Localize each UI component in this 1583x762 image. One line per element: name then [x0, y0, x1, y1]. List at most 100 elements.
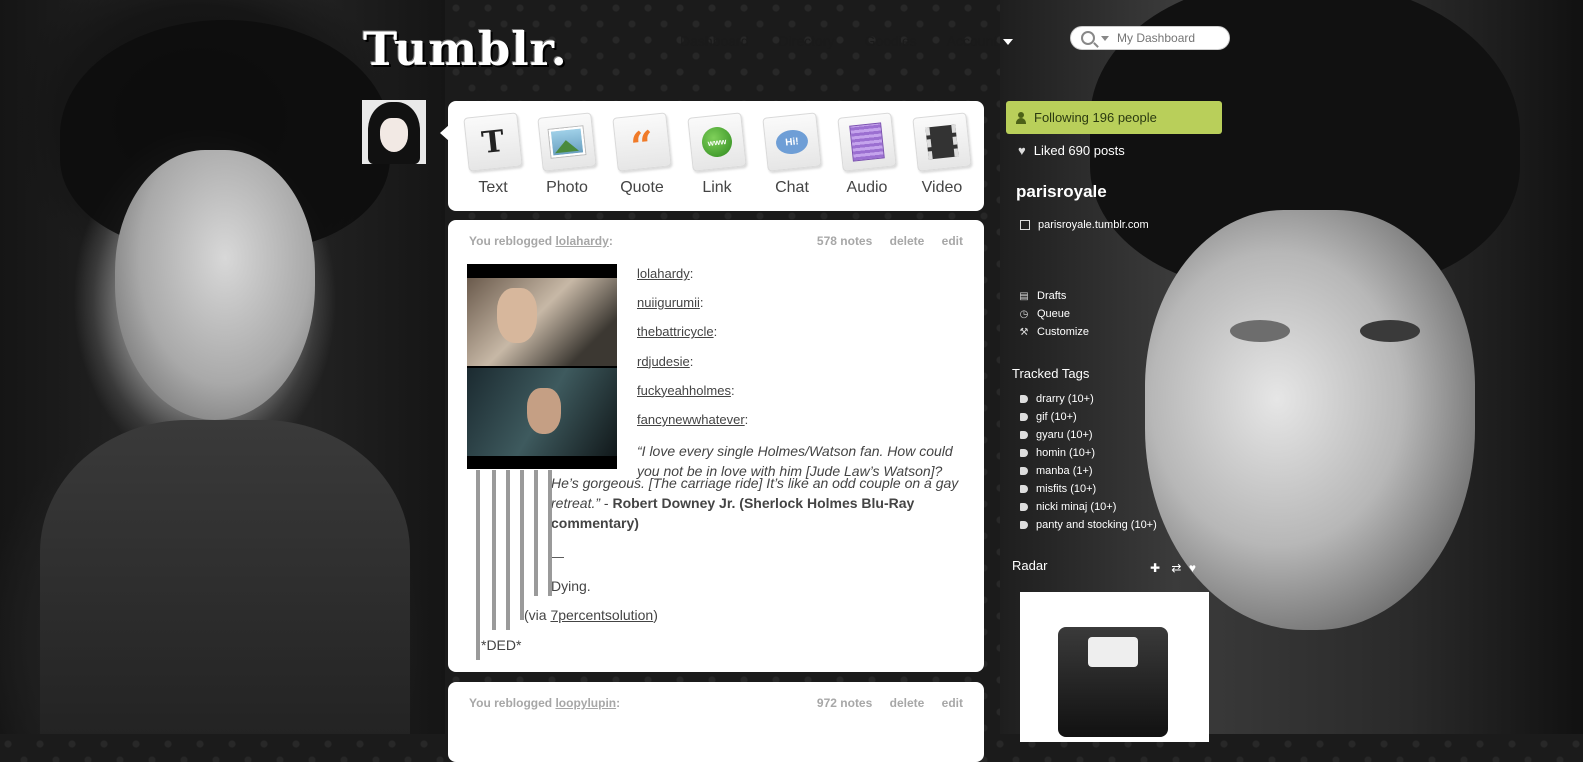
quote-text-2: He’s gorgeous. [The carriage ride] It’s …	[551, 473, 971, 533]
search-input[interactable]	[1115, 30, 1229, 46]
chain-item: fuckyeahholmes:	[637, 382, 735, 398]
post-type-text[interactable]: T Text	[456, 112, 530, 197]
tumblr-logo[interactable]: Tumblr.	[363, 22, 568, 76]
post-controls: 578 notes delete edit	[803, 234, 963, 248]
chevron-down-icon[interactable]	[1101, 35, 1109, 41]
tag-label: nicki minaj (10+)	[1036, 501, 1117, 513]
post-type-label: Quote	[620, 179, 664, 196]
tracked-tag[interactable]: nicki minaj (10+)	[1020, 501, 1116, 513]
reblog-source-link[interactable]: lolahardy	[555, 234, 608, 248]
edit-link[interactable]: edit	[942, 696, 963, 710]
reblog-source-link[interactable]: loopylupin	[555, 696, 616, 710]
nav-dashboard[interactable]: Dashboard	[680, 33, 749, 49]
post-type-audio[interactable]: Audio	[830, 112, 904, 197]
post-type-video[interactable]: Video	[905, 112, 979, 197]
bg-face-shape	[115, 150, 315, 420]
notes-count[interactable]: 578 notes	[817, 234, 872, 248]
sidebar-item-queue[interactable]: ◷ Queue	[1019, 308, 1070, 320]
post-type-label: Chat	[775, 179, 809, 196]
avatar[interactable]	[362, 100, 426, 164]
sidebar-item-drafts[interactable]: ▤ Drafts	[1019, 290, 1066, 302]
tag-label: homin (10+)	[1036, 447, 1096, 459]
radar-image[interactable]	[1020, 592, 1209, 742]
tracked-tag[interactable]: gyaru (10+)	[1020, 429, 1093, 441]
tag-label: drarry (10+)	[1036, 393, 1094, 405]
post-type-chat[interactable]: Hi! Chat	[755, 112, 829, 197]
tracked-tag[interactable]: manba (1+)	[1020, 465, 1093, 477]
text-icon: T	[480, 123, 506, 161]
sidebar-item-customize[interactable]: ⚒ Customize	[1019, 326, 1089, 338]
chain-item: rdjudesie:	[637, 353, 694, 369]
nav-account[interactable]: Account	[947, 33, 1014, 49]
following-button[interactable]: Following 196 people	[1006, 101, 1222, 134]
post-type-link[interactable]: www Link	[680, 112, 754, 197]
photoset[interactable]	[467, 264, 617, 469]
nav-directory[interactable]: Directory	[779, 33, 835, 49]
tag-icon	[1020, 395, 1028, 404]
sidebar-item-label: Queue	[1037, 308, 1071, 320]
post-header: You reblogged lolahardy: 578 notes delet…	[469, 234, 963, 248]
reblog-label: You reblogged	[469, 234, 553, 248]
sidebar-item-label: Customize	[1037, 326, 1089, 338]
blockquote-bar	[506, 470, 510, 630]
tag-icon	[1020, 503, 1028, 512]
chain-item: lolahardy:	[637, 266, 694, 281]
post-type-label: Audio	[846, 179, 888, 196]
document-icon: ▤	[1019, 291, 1029, 302]
photo[interactable]	[467, 368, 617, 456]
post-type-composer: T Text Photo “ Quote www Link Hi! Chat A…	[448, 101, 984, 211]
blockquote-bar	[548, 470, 552, 596]
tag-icon	[1020, 431, 1028, 440]
via-suffix: )	[653, 607, 658, 623]
photo[interactable]	[467, 278, 617, 366]
search-box[interactable]	[1070, 26, 1230, 50]
chain-user-link[interactable]: fuckyeahholmes	[637, 383, 731, 398]
tracked-tag[interactable]: gif (10+)	[1020, 411, 1077, 423]
post-controls: 972 notes delete edit	[803, 696, 963, 710]
tracked-tag[interactable]: drarry (10+)	[1020, 393, 1094, 405]
plus-icon[interactable]: ✚	[1150, 561, 1160, 575]
wrench-icon: ⚒	[1019, 327, 1029, 338]
avatar-face-shape	[380, 118, 408, 152]
tracked-tag[interactable]: panty and stocking (10+)	[1020, 519, 1157, 531]
post-type-quote[interactable]: “ Quote	[605, 112, 679, 197]
photo-icon	[548, 126, 586, 158]
chain-user-link[interactable]: fancynewwhatever	[637, 412, 745, 427]
blog-url-link[interactable]: parisroyale.tumblr.com	[1020, 219, 1149, 231]
delete-link[interactable]: delete	[890, 234, 925, 248]
post-type-label: Link	[702, 179, 732, 196]
notes-count[interactable]: 972 notes	[817, 696, 872, 710]
via-line: (via 7percentsolution)	[524, 607, 658, 623]
liked-posts-link[interactable]: ♥ Liked 690 posts	[1018, 143, 1125, 158]
audio-icon	[849, 122, 885, 162]
reblog-icon[interactable]: ⇄	[1171, 561, 1181, 575]
link-icon: www	[700, 125, 734, 159]
chain-user-link[interactable]: nuiigurumii	[637, 295, 700, 310]
tag-label: panty and stocking (10+)	[1036, 519, 1157, 531]
chain-user-link[interactable]: rdjudesie	[637, 354, 690, 369]
tracked-tag[interactable]: misfits (10+)	[1020, 483, 1096, 495]
tag-label: manba (1+)	[1036, 465, 1093, 477]
via-link[interactable]: 7percentsolution	[550, 607, 653, 623]
person-icon	[1016, 111, 1026, 124]
reply-text: Dying.	[551, 578, 591, 594]
post-type-photo[interactable]: Photo	[530, 112, 604, 197]
tag-label: gif (10+)	[1036, 411, 1077, 423]
nav-goodies[interactable]: Goodies	[865, 33, 917, 49]
colon: :	[608, 234, 613, 248]
external-link-icon	[1020, 220, 1030, 231]
tag-icon	[1020, 449, 1028, 458]
delete-link[interactable]: delete	[890, 696, 925, 710]
post-type-label: Text	[478, 179, 508, 196]
blog-name[interactable]: parisroyale	[1016, 182, 1107, 202]
heart-icon[interactable]: ♥	[1189, 561, 1196, 575]
reblog-label: You reblogged	[469, 696, 553, 710]
tag-icon	[1020, 467, 1028, 476]
following-label: Following 196 people	[1034, 110, 1157, 125]
tag-icon	[1020, 413, 1028, 422]
tag-label: gyaru (10+)	[1036, 429, 1093, 441]
tracked-tag[interactable]: homin (10+)	[1020, 447, 1095, 459]
edit-link[interactable]: edit	[942, 234, 963, 248]
chain-user-link[interactable]: thebattricycle	[637, 324, 714, 339]
chain-user-link[interactable]: lolahardy	[637, 266, 690, 281]
